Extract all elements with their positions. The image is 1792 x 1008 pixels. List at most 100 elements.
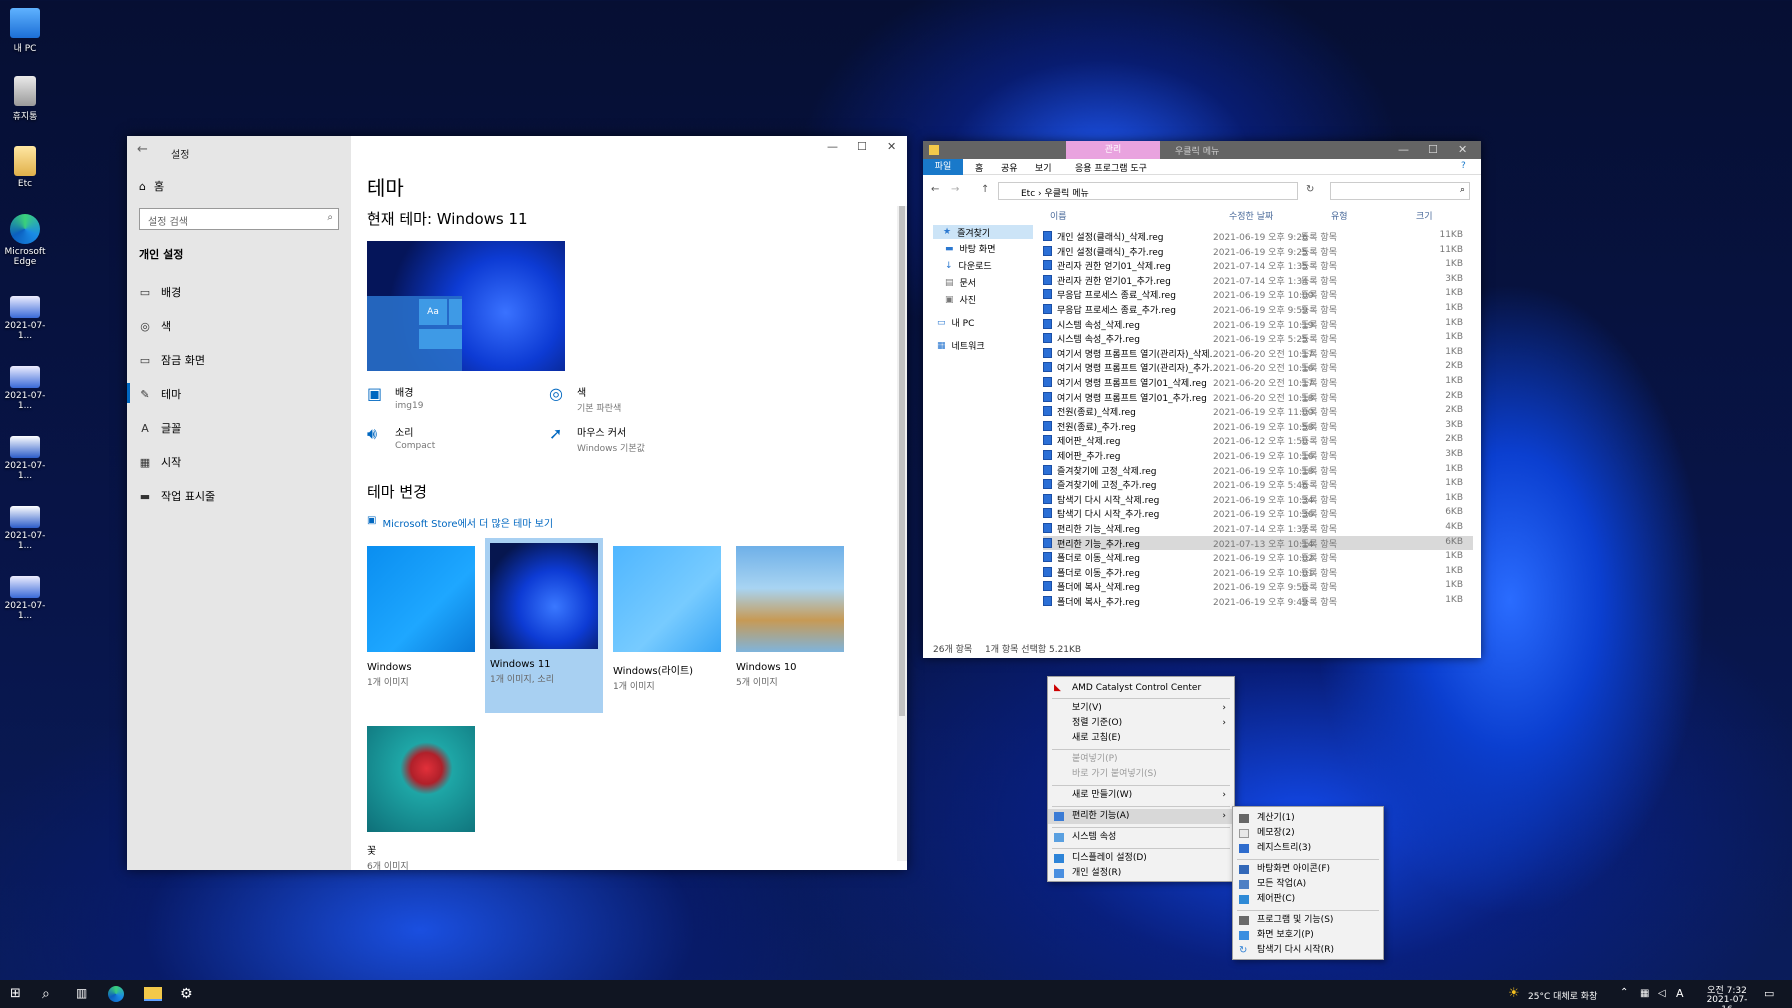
nav-home[interactable]: ⌂ 홈 xyxy=(139,178,164,194)
start-icon[interactable]: ⊞ xyxy=(10,986,21,1001)
close-button[interactable]: ✕ xyxy=(887,140,896,153)
menu-item-all-tasks[interactable]: 모든 작업(A) xyxy=(1233,877,1383,892)
file-row[interactable]: 여기서 명령 프롬프트 열기01_삭제.reg 2021-06-20 오전 10:… xyxy=(1043,375,1473,389)
file-row[interactable]: 관리자 권한 얻기01_삭제.reg 2021-07-14 오후 1:35 등록 항… xyxy=(1043,258,1473,272)
nav-quick-access[interactable]: ★ 즐겨찾기 xyxy=(933,225,1033,239)
tab-home[interactable]: 홈 xyxy=(975,161,983,174)
theme-card-windows-10[interactable]: Windows 10 5개 이미지 xyxy=(736,546,844,688)
file-row[interactable]: 탐색기 다시 시작_삭제.reg 2021-06-19 오후 10:34 등록 항목… xyxy=(1043,492,1473,506)
desktop-icon-recycle-bin[interactable]: 휴지통 xyxy=(0,76,50,122)
menu-item-paste[interactable]: 붙여넣기(P) xyxy=(1048,752,1234,767)
menu-item-notepad[interactable]: 메모장(2) xyxy=(1233,826,1383,841)
menu-item-system-properties[interactable]: 시스템 속성 xyxy=(1048,830,1234,845)
option-mouse-cursor[interactable]: ➚ 마우스 커서 Windows 기본값 xyxy=(549,424,645,454)
breadcrumb-item[interactable]: Etc xyxy=(1021,189,1035,199)
file-row[interactable]: 관리자 권한 얻기01_추가.reg 2021-07-14 오후 1:34 등록 항… xyxy=(1043,273,1473,287)
menu-item-useful-features[interactable]: 편리한 기능(A) › xyxy=(1048,809,1234,824)
desktop-icon-etc[interactable]: Etc xyxy=(0,146,50,189)
tray-chevron-icon[interactable]: ⌃ xyxy=(1620,987,1628,998)
nav-item-taskbar[interactable]: ▬ 작업 표시줄 xyxy=(139,488,215,504)
file-row[interactable]: 편리한 기능_삭제.reg 2021-07-14 오후 1:37 등록 항목 4KB xyxy=(1043,521,1473,535)
file-row[interactable]: 제어판_삭제.reg 2021-06-12 오후 1:50 등록 항목 2KB xyxy=(1043,433,1473,447)
file-row[interactable]: 시스템 속성_추가.reg 2021-06-19 오후 5:25 등록 항목 1KB xyxy=(1043,331,1473,345)
file-row[interactable]: 제어판_추가.reg 2021-06-19 오후 10:16 등록 항목 3KB xyxy=(1043,448,1473,462)
back-arrow-icon[interactable]: ← xyxy=(931,184,939,195)
theme-card-windows[interactable]: Windows 1개 이미지 xyxy=(367,546,475,688)
file-row[interactable]: 편리한 기능_추가.reg 2021-07-13 오후 10:14 등록 항목 6KB xyxy=(1043,535,1473,550)
gear-icon[interactable]: ⚙ xyxy=(180,986,193,1002)
nav-network[interactable]: ▦ 네트워크 xyxy=(937,339,985,353)
file-row[interactable]: 즐겨찾기에 고정_삭제.reg 2021-06-19 오후 10:18 등록 항목 1… xyxy=(1043,463,1473,477)
theme-card-windows-light[interactable]: Windows(라이트) 1개 이미지 xyxy=(613,546,721,692)
column-header-size[interactable]: 크기 xyxy=(1416,209,1433,222)
weather-text[interactable]: 25°C 대체로 화창 xyxy=(1528,989,1597,1002)
address-bar[interactable]: Etc › 우클릭 메뉴 xyxy=(998,182,1298,200)
scrollbar[interactable] xyxy=(897,206,907,861)
file-row[interactable]: 폴더로 이동_추가.reg 2021-06-19 오후 10:01 등록 항목 1KB xyxy=(1043,565,1473,579)
tab-share[interactable]: 공유 xyxy=(1001,161,1018,174)
menu-item-sort[interactable]: 정렬 기준(O) › xyxy=(1048,716,1234,731)
speaker-icon[interactable]: ◁ xyxy=(1658,988,1666,999)
search-icon[interactable]: ⌕ xyxy=(42,986,50,1002)
nav-item-lock-screen[interactable]: ▭ 잠금 화면 xyxy=(139,352,205,368)
menu-item-calculator[interactable]: 계산기(1) xyxy=(1233,811,1383,826)
menu-item-amd[interactable]: ◣ AMD Catalyst Control Center xyxy=(1048,681,1234,696)
desktop-icon-screenshot-5[interactable]: 2021-07-1... xyxy=(0,576,50,621)
back-arrow-icon[interactable]: ← xyxy=(137,142,148,157)
menu-item-refresh[interactable]: 새로 고침(E) xyxy=(1048,731,1234,746)
minimize-button[interactable]: — xyxy=(1398,143,1409,156)
file-row[interactable]: 폴더에 복사_추가.reg 2021-06-19 오후 9:49 등록 항목 1KB xyxy=(1043,594,1473,608)
file-row[interactable]: 개인 설정(클래식)_삭제.reg 2021-06-19 오후 9:26 등록 항목… xyxy=(1043,229,1473,243)
tab-app-tools[interactable]: 응용 프로그램 도구 xyxy=(1075,161,1147,174)
notification-icon[interactable]: ▭ xyxy=(1764,987,1774,1000)
forward-arrow-icon[interactable]: → xyxy=(951,184,959,195)
manage-tab[interactable]: 관리 xyxy=(1066,141,1160,159)
file-explorer-icon[interactable] xyxy=(144,987,162,1001)
nav-item-start[interactable]: ▦ 시작 xyxy=(139,454,181,470)
up-arrow-icon[interactable]: ↑ xyxy=(981,184,989,195)
maximize-button[interactable]: ☐ xyxy=(857,140,867,153)
tab-file[interactable]: 파일 xyxy=(923,159,963,175)
file-row[interactable]: 즐겨찾기에 고정_추가.reg 2021-06-19 오후 5:46 등록 항목 1K… xyxy=(1043,477,1473,491)
nav-documents[interactable]: ▤ 문서 xyxy=(945,276,976,290)
menu-item-programs-features[interactable]: 프로그램 및 기능(S) xyxy=(1233,913,1383,928)
help-icon[interactable]: ? xyxy=(1461,161,1466,171)
desktop-icon-screenshot-4[interactable]: 2021-07-1... xyxy=(0,506,50,551)
desktop-icon-screenshot-2[interactable]: 2021-07-1... xyxy=(0,366,50,411)
theme-card-windows-11[interactable]: Windows 11 1개 이미지, 소리 xyxy=(485,538,603,713)
tab-view[interactable]: 보기 xyxy=(1035,161,1052,174)
nav-downloads[interactable]: ↓ 다운로드 xyxy=(945,259,992,273)
breadcrumb-item[interactable]: 우클릭 메뉴 xyxy=(1045,189,1089,199)
nav-pictures[interactable]: ▣ 사진 xyxy=(945,293,976,307)
nav-this-pc[interactable]: ▭ 내 PC xyxy=(937,316,974,330)
store-link[interactable]: ▣ Microsoft Store에서 더 많은 테마 보기 xyxy=(367,515,553,530)
menu-item-personalize[interactable]: 개인 설정(R) xyxy=(1048,866,1234,881)
desktop-icon-screenshot-3[interactable]: 2021-07-1... xyxy=(0,436,50,481)
file-row[interactable]: 탐색기 다시 시작_추가.reg 2021-06-19 오후 10:36 등록 항목… xyxy=(1043,506,1473,520)
theme-card-flowers[interactable]: 꽃 6개 이미지 xyxy=(367,726,475,872)
file-row[interactable]: 무응답 프로세스 종료_삭제.reg 2021-06-19 오후 10:00 등록 … xyxy=(1043,287,1473,301)
menu-item-control-panel[interactable]: 제어판(C) xyxy=(1233,892,1383,907)
column-header-type[interactable]: 유형 xyxy=(1331,209,1348,222)
menu-item-restart-explorer[interactable]: ↻ 탐색기 다시 시작(R) xyxy=(1233,943,1383,958)
ime-indicator[interactable]: A xyxy=(1676,987,1684,1000)
option-background[interactable]: ▣ 배경 img19 xyxy=(367,384,423,411)
file-row[interactable]: 폴더에 복사_삭제.reg 2021-06-19 오후 9:50 등록 항목 1KB xyxy=(1043,579,1473,593)
file-row[interactable]: 개인 설정(클래식)_추가.reg 2021-06-19 오후 9:25 등록 항목… xyxy=(1043,244,1473,258)
scrollbar-thumb[interactable] xyxy=(899,206,905,716)
desktop-icon-edge[interactable]: Microsoft Edge xyxy=(0,214,50,267)
file-row[interactable]: 폴더로 이동_삭제.reg 2021-06-19 오후 10:02 등록 항목 1KB xyxy=(1043,550,1473,564)
menu-item-view[interactable]: 보기(V) › xyxy=(1048,701,1234,716)
column-header-name[interactable]: 이름 xyxy=(1050,209,1067,222)
file-row[interactable]: 전원(종료)_추가.reg 2021-06-19 오후 10:58 등록 항목 3KB xyxy=(1043,419,1473,433)
menu-item-registry[interactable]: 레지스트리(3) xyxy=(1233,841,1383,856)
maximize-button[interactable]: ☐ xyxy=(1428,143,1438,156)
menu-item-paste-shortcut[interactable]: 바로 가기 붙여넣기(S) xyxy=(1048,767,1234,782)
minimize-button[interactable]: — xyxy=(827,140,838,153)
file-row[interactable]: 무응답 프로세스 종료_추가.reg 2021-06-19 오후 9:59 등록 항… xyxy=(1043,302,1473,316)
nav-item-fonts[interactable]: A 글꼴 xyxy=(139,420,181,436)
settings-search-input[interactable]: 설정 검색 ⌕ xyxy=(139,208,339,230)
nav-item-background[interactable]: ▭ 배경 xyxy=(139,284,181,300)
column-header-date[interactable]: 수정한 날짜 xyxy=(1229,209,1273,222)
file-row[interactable]: 시스템 속성_삭제.reg 2021-06-19 오후 10:19 등록 항목 1KB xyxy=(1043,317,1473,331)
